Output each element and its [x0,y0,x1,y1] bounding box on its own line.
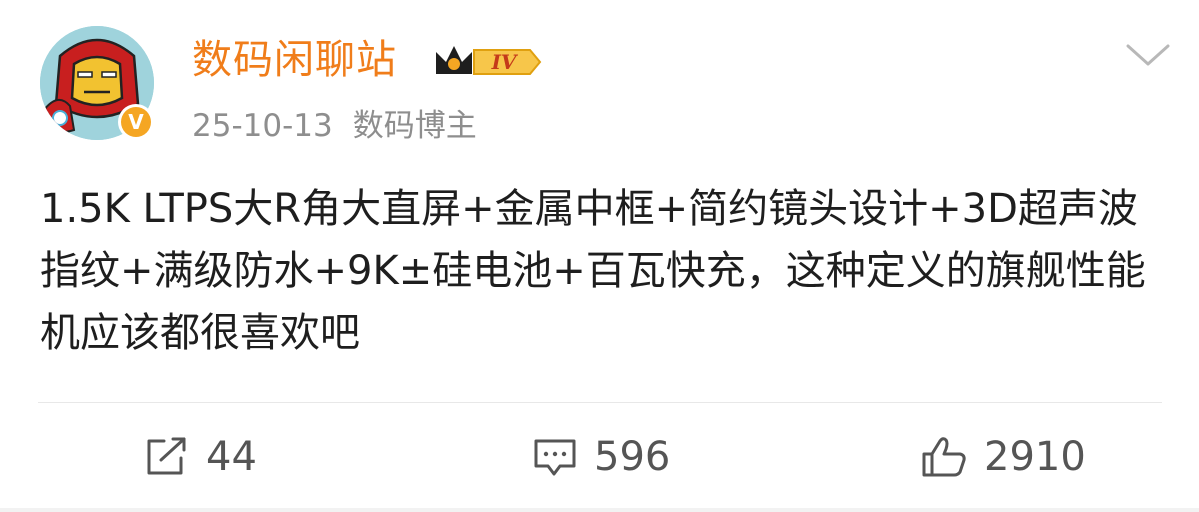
author-name[interactable]: 数码闲聊站 [192,34,397,86]
repost-count: 44 [206,434,257,480]
chevron-down-icon [1126,44,1170,66]
verified-badge: V [118,104,154,140]
author-role: 数码博主 [352,108,477,144]
post-meta: 25-10-13 数码博主 [192,104,477,148]
like-count: 2910 [984,434,1086,480]
level-text: IV [491,50,519,74]
post-text: 1.5K LTPS大R角大直屏+金属中框+简约镜头设计+3D超声波指纹+满级防水… [40,186,1146,356]
comment-count: 596 [594,434,671,480]
verified-mark: V [121,107,151,137]
level-badge[interactable]: IV [432,38,546,88]
repost-button[interactable]: 44 [144,432,257,482]
post-date: 25-10-13 [192,108,333,144]
thumbs-up-icon [922,437,966,477]
bottom-separator [0,508,1199,512]
comment-icon [534,439,576,476]
comment-button[interactable]: 596 [532,432,670,482]
post-menu-button[interactable] [1122,38,1174,72]
like-button[interactable]: 2910 [920,432,1086,482]
share-icon [147,437,186,475]
divider [38,402,1162,403]
crown-level-icon: IV [436,46,542,75]
